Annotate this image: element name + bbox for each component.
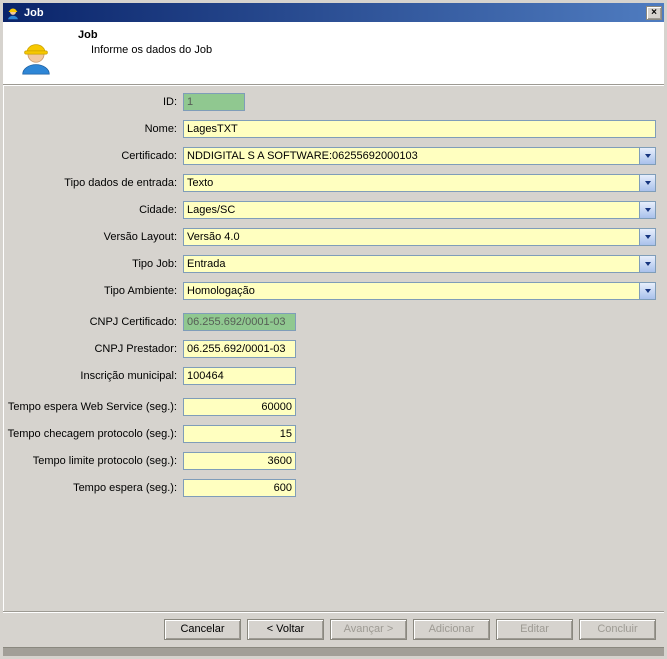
chevron-down-icon[interactable] <box>639 229 655 245</box>
tipo-job-select[interactable]: Entrada <box>183 255 656 273</box>
field-label: Tipo Ambiente: <box>3 285 183 297</box>
form-row-versao-layout: Versão Layout: Versão 4.0 <box>3 228 664 246</box>
chevron-down-icon[interactable] <box>639 202 655 218</box>
field-label: Tempo checagem protocolo (seg.): <box>3 428 183 440</box>
header-title: Job <box>78 29 98 41</box>
form-row-nome: Nome: <box>3 120 664 138</box>
tipo-ambiente-select[interactable]: Homologação <box>183 282 656 300</box>
field-label: ID: <box>3 96 183 108</box>
tempo-espera-input[interactable] <box>183 479 296 497</box>
cancelar-button[interactable]: Cancelar <box>164 619 241 640</box>
chevron-down-icon[interactable] <box>639 148 655 164</box>
form-row-tempo-checagem: Tempo checagem protocolo (seg.): <box>3 425 664 443</box>
field-label: Certificado: <box>3 150 183 162</box>
cnpj-certificado-field <box>183 313 296 331</box>
field-label: Versão Layout: <box>3 231 183 243</box>
window-bottom-edge <box>3 647 664 656</box>
voltar-button[interactable]: < Voltar <box>247 619 324 640</box>
adicionar-button: Adicionar <box>413 619 490 640</box>
tipo-dados-entrada-select[interactable]: Texto <box>183 174 656 192</box>
button-bar: Cancelar < Voltar Avançar > Adicionar Ed… <box>3 611 664 647</box>
tempo-checagem-protocolo-input[interactable] <box>183 425 296 443</box>
worker-icon <box>17 38 55 76</box>
field-label: Tempo espera Web Service (seg.): <box>3 401 183 413</box>
job-form: ID: Nome: Certificado: NDDIGITAL S A SOF… <box>3 85 664 497</box>
tempo-espera-webservice-input[interactable] <box>183 398 296 416</box>
form-row-tipo-job: Tipo Job: Entrada <box>3 255 664 273</box>
chevron-down-icon[interactable] <box>639 256 655 272</box>
field-label: Tipo dados de entrada: <box>3 177 183 189</box>
form-row-id: ID: <box>3 93 664 111</box>
form-row-tipo-dados: Tipo dados de entrada: Texto <box>3 174 664 192</box>
field-label: Tempo espera (seg.): <box>3 482 183 494</box>
avancar-button: Avançar > <box>330 619 407 640</box>
cnpj-prestador-input[interactable] <box>183 340 296 358</box>
form-row-cidade: Cidade: Lages/SC <box>3 201 664 219</box>
id-field <box>183 93 245 111</box>
worker-icon <box>6 6 20 20</box>
form-row-tipo-ambiente: Tipo Ambiente: Homologação <box>3 282 664 300</box>
header-subtitle: Informe os dados do Job <box>91 44 212 56</box>
field-label: CNPJ Prestador: <box>3 343 183 355</box>
cidade-select[interactable]: Lages/SC <box>183 201 656 219</box>
chevron-down-icon[interactable] <box>639 175 655 191</box>
form-row-certificado: Certificado: NDDIGITAL S A SOFTWARE:0625… <box>3 147 664 165</box>
tempo-limite-protocolo-input[interactable] <box>183 452 296 470</box>
field-label: Cidade: <box>3 204 183 216</box>
nome-input[interactable] <box>183 120 656 138</box>
field-label: Tempo limite protocolo (seg.): <box>3 455 183 467</box>
dialog-header: Job Informe os dados do Job <box>3 22 664 85</box>
concluir-button: Concluir <box>579 619 656 640</box>
chevron-down-icon[interactable] <box>639 283 655 299</box>
versao-layout-select[interactable]: Versão 4.0 <box>183 228 656 246</box>
field-label: Tipo Job: <box>3 258 183 270</box>
field-label: Nome: <box>3 123 183 135</box>
close-icon[interactable]: × <box>646 6 662 20</box>
form-row-tempo-webservice: Tempo espera Web Service (seg.): <box>3 398 664 416</box>
form-row-inscricao: Inscrição municipal: <box>3 367 664 385</box>
inscricao-municipal-input[interactable] <box>183 367 296 385</box>
editar-button: Editar <box>496 619 573 640</box>
form-row-tempo-limite: Tempo limite protocolo (seg.): <box>3 452 664 470</box>
certificado-select[interactable]: NDDIGITAL S A SOFTWARE:06255692000103 <box>183 147 656 165</box>
job-dialog-window: Job × Job Informe os dados do Job ID: No… <box>0 0 667 659</box>
form-row-cnpj-prestador: CNPJ Prestador: <box>3 340 664 358</box>
window-title: Job <box>24 7 44 19</box>
form-row-tempo-espera: Tempo espera (seg.): <box>3 479 664 497</box>
field-label: Inscrição municipal: <box>3 370 183 382</box>
title-bar[interactable]: Job × <box>3 3 664 22</box>
form-row-cnpj-certificado: CNPJ Certificado: <box>3 313 664 331</box>
field-label: CNPJ Certificado: <box>3 316 183 328</box>
